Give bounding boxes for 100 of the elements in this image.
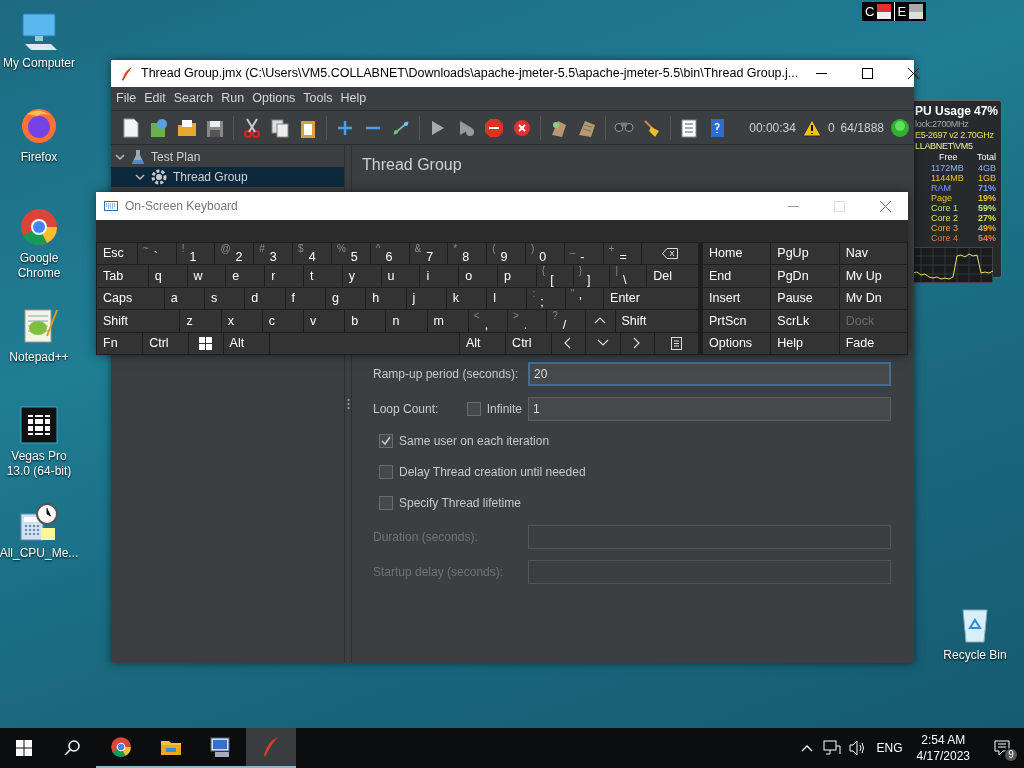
- tree-item[interactable]: Thread Group: [111, 167, 344, 187]
- desktop-icon-label[interactable]: All_CPU_Me...: [0, 546, 79, 561]
- keyboard-key[interactable]: @ 2: [215, 243, 254, 265]
- menu-item[interactable]: Options: [249, 89, 299, 108]
- keyboard-key[interactable]: { [: [536, 265, 573, 287]
- tree-item[interactable]: Test Plan: [111, 147, 344, 167]
- keyboard-key[interactable]: * 8: [448, 243, 487, 265]
- checkbox[interactable]: [379, 496, 393, 510]
- keyboard-key[interactable]: Nav: [839, 243, 907, 265]
- keyboard-key[interactable]: # 3: [254, 243, 293, 265]
- keyboard-key[interactable]: f: [285, 287, 325, 310]
- desktop-icon-label[interactable]: Recycle Bin: [943, 648, 1007, 663]
- keyboard-key[interactable]: PgDn: [771, 265, 839, 287]
- keyboard-key[interactable]: Insert: [703, 287, 771, 310]
- keyboard-key[interactable]: Tab: [97, 265, 148, 287]
- keyboard-key[interactable]: m: [427, 310, 468, 332]
- keyboard-key[interactable]: d: [245, 287, 285, 310]
- keyboard-key[interactable]: | \: [610, 265, 647, 287]
- keyboard-key[interactable]: Mv Dn: [839, 287, 907, 310]
- keyboard-key[interactable]: r: [265, 265, 303, 287]
- keyboard-key[interactable]: Help: [771, 332, 839, 354]
- desktop-icon-label[interactable]: My Computer: [3, 56, 75, 71]
- keyboard-key[interactable]: z: [180, 310, 221, 332]
- desktop-icon-label[interactable]: Vegas Pro 13.0 (64-bit): [0, 449, 78, 479]
- keyboard-key[interactable]: e: [226, 265, 265, 287]
- keyboard-key[interactable]: ~ `: [137, 243, 176, 265]
- keyboard-key[interactable]: s: [204, 287, 245, 310]
- warning-icon[interactable]: [801, 118, 822, 137]
- menu-item[interactable]: File: [113, 89, 140, 108]
- desktop-icon-label[interactable]: Google Chrome: [0, 251, 78, 281]
- keyboard-key[interactable]: p: [498, 265, 536, 287]
- keyboard-key[interactable]: k: [446, 287, 487, 310]
- keyboard-key[interactable]: w: [187, 265, 226, 287]
- keyboard-key[interactable]: : ;: [527, 287, 565, 310]
- calculator-clock-icon[interactable]: [17, 500, 61, 544]
- keyboard-key[interactable]: Enter: [604, 287, 698, 310]
- keyboard-key[interactable]: g: [325, 287, 366, 310]
- arrow-key[interactable]: [552, 332, 586, 355]
- backspace-key[interactable]: [642, 243, 698, 265]
- keyboard-key[interactable]: Pause: [771, 287, 839, 310]
- desktop-icon-label[interactable]: Firefox: [20, 150, 58, 165]
- keyboard-key[interactable]: ? /: [547, 310, 586, 332]
- keyboard-key[interactable]: x: [221, 310, 262, 332]
- arrow-key[interactable]: [620, 332, 654, 355]
- checkbox[interactable]: [379, 465, 393, 479]
- keyboard-key[interactable]: ^ 6: [370, 243, 409, 265]
- keyboard-key[interactable]: u: [381, 265, 420, 287]
- keyboard-key[interactable]: Mv Up: [839, 265, 907, 287]
- keyboard-key[interactable]: Alt: [223, 332, 269, 355]
- keyboard-key[interactable]: l: [487, 287, 527, 310]
- keyboard-key[interactable]: Caps: [97, 287, 164, 310]
- speaker-icon[interactable]: [848, 740, 867, 756]
- keyboard-key[interactable]: _ -: [564, 243, 603, 265]
- menu-item[interactable]: Edit: [141, 89, 169, 108]
- keyboard-key[interactable]: a: [164, 287, 204, 310]
- keyboard-key[interactable]: Shift: [615, 310, 698, 332]
- keyboard-key[interactable]: o: [459, 265, 498, 287]
- windows-key[interactable]: [189, 332, 223, 355]
- keyboard-key[interactable]: Fade: [839, 332, 907, 354]
- keyboard-key[interactable]: Shift: [97, 310, 180, 332]
- keyboard-key[interactable]: $ 4: [293, 243, 331, 265]
- keyboard-key[interactable]: y: [342, 265, 381, 287]
- checkbox[interactable]: [466, 402, 481, 416]
- keyboard-key[interactable]: > .: [507, 310, 547, 332]
- keyboard-key[interactable]: Fn: [97, 332, 143, 355]
- clock[interactable]: 2:54 AM 4/17/2023: [916, 732, 970, 764]
- film-icon[interactable]: [17, 403, 61, 447]
- keyboard-key[interactable]: Alt: [459, 332, 506, 355]
- keyboard-key[interactable]: + =: [603, 243, 642, 265]
- keyboard-key[interactable]: h: [366, 287, 406, 310]
- keyboard-key[interactable]: c: [262, 310, 304, 332]
- keyboard-key[interactable]: End: [703, 265, 771, 287]
- text-field[interactable]: 1: [528, 397, 891, 421]
- menu-item[interactable]: Run: [218, 89, 248, 108]
- notification-button[interactable]: 9: [980, 728, 1024, 768]
- menu-key[interactable]: [654, 332, 698, 355]
- keyboard-key[interactable]: % 5: [331, 243, 370, 265]
- language-indicator[interactable]: ENG: [876, 739, 903, 757]
- desktop-icon-label[interactable]: Notepad++: [9, 350, 69, 365]
- keyboard-key[interactable]: v: [304, 310, 345, 332]
- keyboard-key[interactable]: j: [406, 287, 446, 310]
- keyboard-key[interactable]: n: [386, 310, 427, 332]
- arrow-key[interactable]: [586, 332, 620, 355]
- keyboard-key[interactable]: i: [420, 265, 459, 287]
- keyboard-key[interactable]: & 7: [409, 243, 448, 265]
- keyboard-key[interactable]: t: [303, 265, 342, 287]
- keyboard-key[interactable]: Esc: [97, 243, 137, 265]
- splitter-grip-icon[interactable]: [346, 398, 350, 410]
- menu-item[interactable]: Tools: [300, 89, 336, 108]
- keyboard-key[interactable]: < ,: [468, 310, 507, 332]
- keyboard-key[interactable]: Options: [703, 332, 771, 354]
- keyboard-key[interactable]: ! 1: [176, 243, 215, 265]
- keyboard-key[interactable]: PrtScn: [703, 310, 771, 332]
- keyboard-key[interactable]: b: [345, 310, 386, 332]
- keyboard-key[interactable]: ( 9: [487, 243, 525, 265]
- menu-item[interactable]: Search: [170, 89, 217, 108]
- chevron-up-icon[interactable]: [800, 744, 813, 752]
- keyboard-key[interactable]: " ': [565, 287, 604, 310]
- keyboard-key[interactable]: ScrLk: [771, 310, 839, 332]
- keyboard-key[interactable]: Del: [647, 265, 698, 287]
